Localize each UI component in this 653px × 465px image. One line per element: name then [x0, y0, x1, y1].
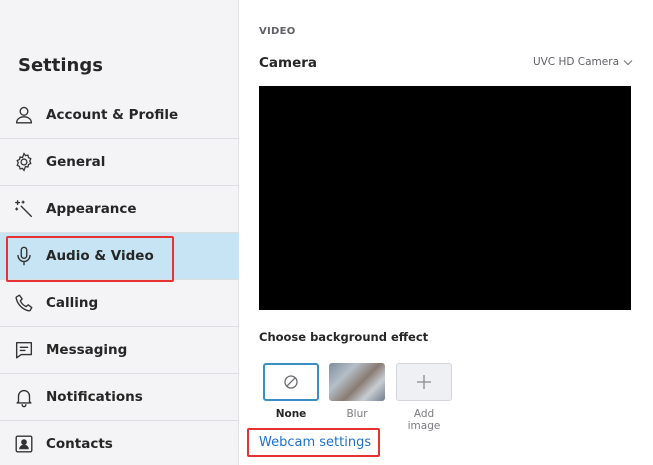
add-image-option[interactable]: Add image	[396, 363, 452, 432]
nav-item-contacts[interactable]: Contacts	[0, 421, 239, 465]
nav-item-label: Calling	[46, 295, 99, 311]
webcam-settings-link[interactable]: Webcam settings	[247, 428, 380, 457]
nav-item-general[interactable]: General	[0, 139, 239, 186]
effect-none-option[interactable]: None	[263, 363, 319, 420]
sidebar-title: Settings	[18, 55, 103, 76]
microphone-icon	[12, 244, 36, 268]
nav-item-label: Account & Profile	[46, 107, 179, 123]
plus-icon	[417, 375, 431, 389]
camera-preview	[259, 86, 631, 310]
settings-sidebar: Settings Account & Profile General Appea…	[0, 0, 239, 465]
effect-none-label: None	[275, 408, 307, 420]
nav-item-messaging[interactable]: Messaging	[0, 327, 239, 374]
person-icon	[12, 103, 36, 127]
camera-dropdown-value: UVC HD Camera	[532, 56, 619, 68]
nav-item-account-profile[interactable]: Account & Profile	[0, 92, 239, 139]
section-heading: VIDEO	[259, 26, 296, 37]
nav-item-label: Messaging	[46, 342, 128, 358]
nav-item-label: Contacts	[46, 436, 113, 452]
camera-label: Camera	[259, 55, 318, 71]
audio-video-panel: VIDEO Camera UVC HD Camera Choose backgr…	[239, 0, 653, 465]
nav-item-appearance[interactable]: Appearance	[0, 186, 239, 233]
nav-item-calling[interactable]: Calling	[0, 280, 239, 327]
chevron-down-icon	[623, 59, 633, 65]
effect-blur-label: Blur	[346, 408, 368, 420]
phone-icon	[12, 291, 36, 315]
nav-item-notifications[interactable]: Notifications	[0, 374, 239, 421]
nav-item-label: Appearance	[46, 201, 137, 217]
contact-card-icon	[12, 432, 36, 456]
camera-dropdown[interactable]: UVC HD Camera	[533, 56, 633, 68]
add-image-label: Add image	[407, 408, 441, 432]
settings-nav: Account & Profile General Appearance Aud…	[0, 92, 239, 465]
magic-wand-icon	[12, 197, 36, 221]
gear-icon	[12, 150, 36, 174]
effect-blur-option[interactable]: Blur	[329, 363, 385, 420]
add-image-tile	[396, 363, 452, 401]
nav-item-label: Audio & Video	[46, 248, 154, 264]
nav-item-label: Notifications	[46, 389, 143, 405]
nav-item-label: General	[46, 154, 106, 170]
bell-icon	[12, 385, 36, 409]
message-icon	[12, 338, 36, 362]
blur-preview-thumbnail	[329, 363, 385, 401]
nav-item-audio-video[interactable]: Audio & Video	[0, 233, 239, 282]
no-effect-icon	[284, 375, 298, 389]
effect-none-tile	[263, 363, 319, 401]
background-effect-label: Choose background effect	[259, 330, 429, 344]
